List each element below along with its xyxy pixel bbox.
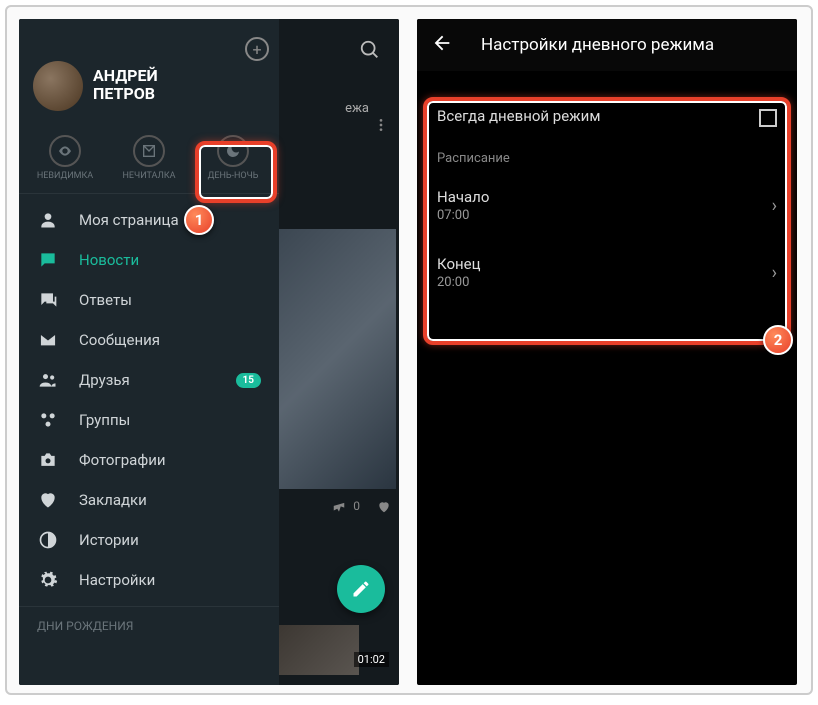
add-account-icon[interactable]: + [245, 37, 269, 61]
news-icon [37, 250, 59, 270]
menu-profile[interactable]: Моя страница [19, 200, 279, 240]
camera-icon [37, 450, 59, 470]
friends-badge: 15 [236, 373, 261, 388]
envelope-icon [37, 330, 59, 350]
heart-icon [37, 490, 59, 510]
sidebar-drawer: АНДРЕЙ ПЕТРОВ + НЕВИДИМКА НЕЧИТАЛКА ДЕНЬ… [19, 19, 279, 685]
compose-fab[interactable] [337, 565, 385, 613]
gear-icon [37, 570, 59, 590]
menu-replies[interactable]: Ответы [19, 280, 279, 320]
menu-stories[interactable]: Истории [19, 520, 279, 560]
avatar[interactable] [33, 61, 83, 111]
person-icon [37, 210, 59, 230]
settings-title: Настройки дневного режима [481, 35, 714, 55]
bg-post-image [268, 229, 396, 489]
bg-video-thumb [269, 625, 359, 675]
search-icon[interactable] [359, 39, 381, 65]
more-icon[interactable] [373, 117, 389, 137]
quick-invisible[interactable]: НЕВИДИМКА [23, 135, 107, 181]
user-name[interactable]: АНДРЕЙ ПЕТРОВ [93, 67, 158, 104]
bg-post-stats: 0 [332, 499, 391, 514]
settings-header: Настройки дневного режима [417, 19, 797, 71]
menu-groups[interactable]: Группы [19, 400, 279, 440]
highlight-settings [423, 97, 791, 345]
replies-icon [37, 290, 59, 310]
phone-right-screenshot: Настройки дневного режима Всегда дневной… [417, 19, 797, 685]
bg-video-duration: 01:02 [354, 652, 389, 667]
callout-marker-1: 1 [184, 205, 214, 235]
sidebar-header: АНДРЕЙ ПЕТРОВ + [19, 19, 279, 129]
stories-icon [37, 530, 59, 550]
phone-left-screenshot: ежа 0 способ ть в се 01:02 [19, 19, 399, 685]
menu-messages[interactable]: Сообщения [19, 320, 279, 360]
section-birthdays: ДНИ РОЖДЕНИЯ [19, 606, 279, 637]
highlight-daynight [195, 141, 277, 203]
quick-unread[interactable]: НЕЧИТАЛКА [107, 135, 191, 181]
mail-icon [141, 143, 157, 159]
menu-friends[interactable]: Друзья 15 [19, 360, 279, 400]
menu-photos[interactable]: Фотографии [19, 440, 279, 480]
menu-news[interactable]: Новости [19, 240, 279, 280]
sidebar-menu: Моя страница Новости Ответы Сообщения Др… [19, 194, 279, 643]
groups-icon [37, 410, 59, 430]
menu-settings[interactable]: Настройки [19, 560, 279, 600]
people-icon [37, 370, 59, 390]
back-arrow-icon[interactable] [431, 32, 453, 58]
eye-icon [57, 143, 73, 159]
callout-marker-2: 2 [763, 325, 793, 355]
menu-bookmarks[interactable]: Закладки [19, 480, 279, 520]
